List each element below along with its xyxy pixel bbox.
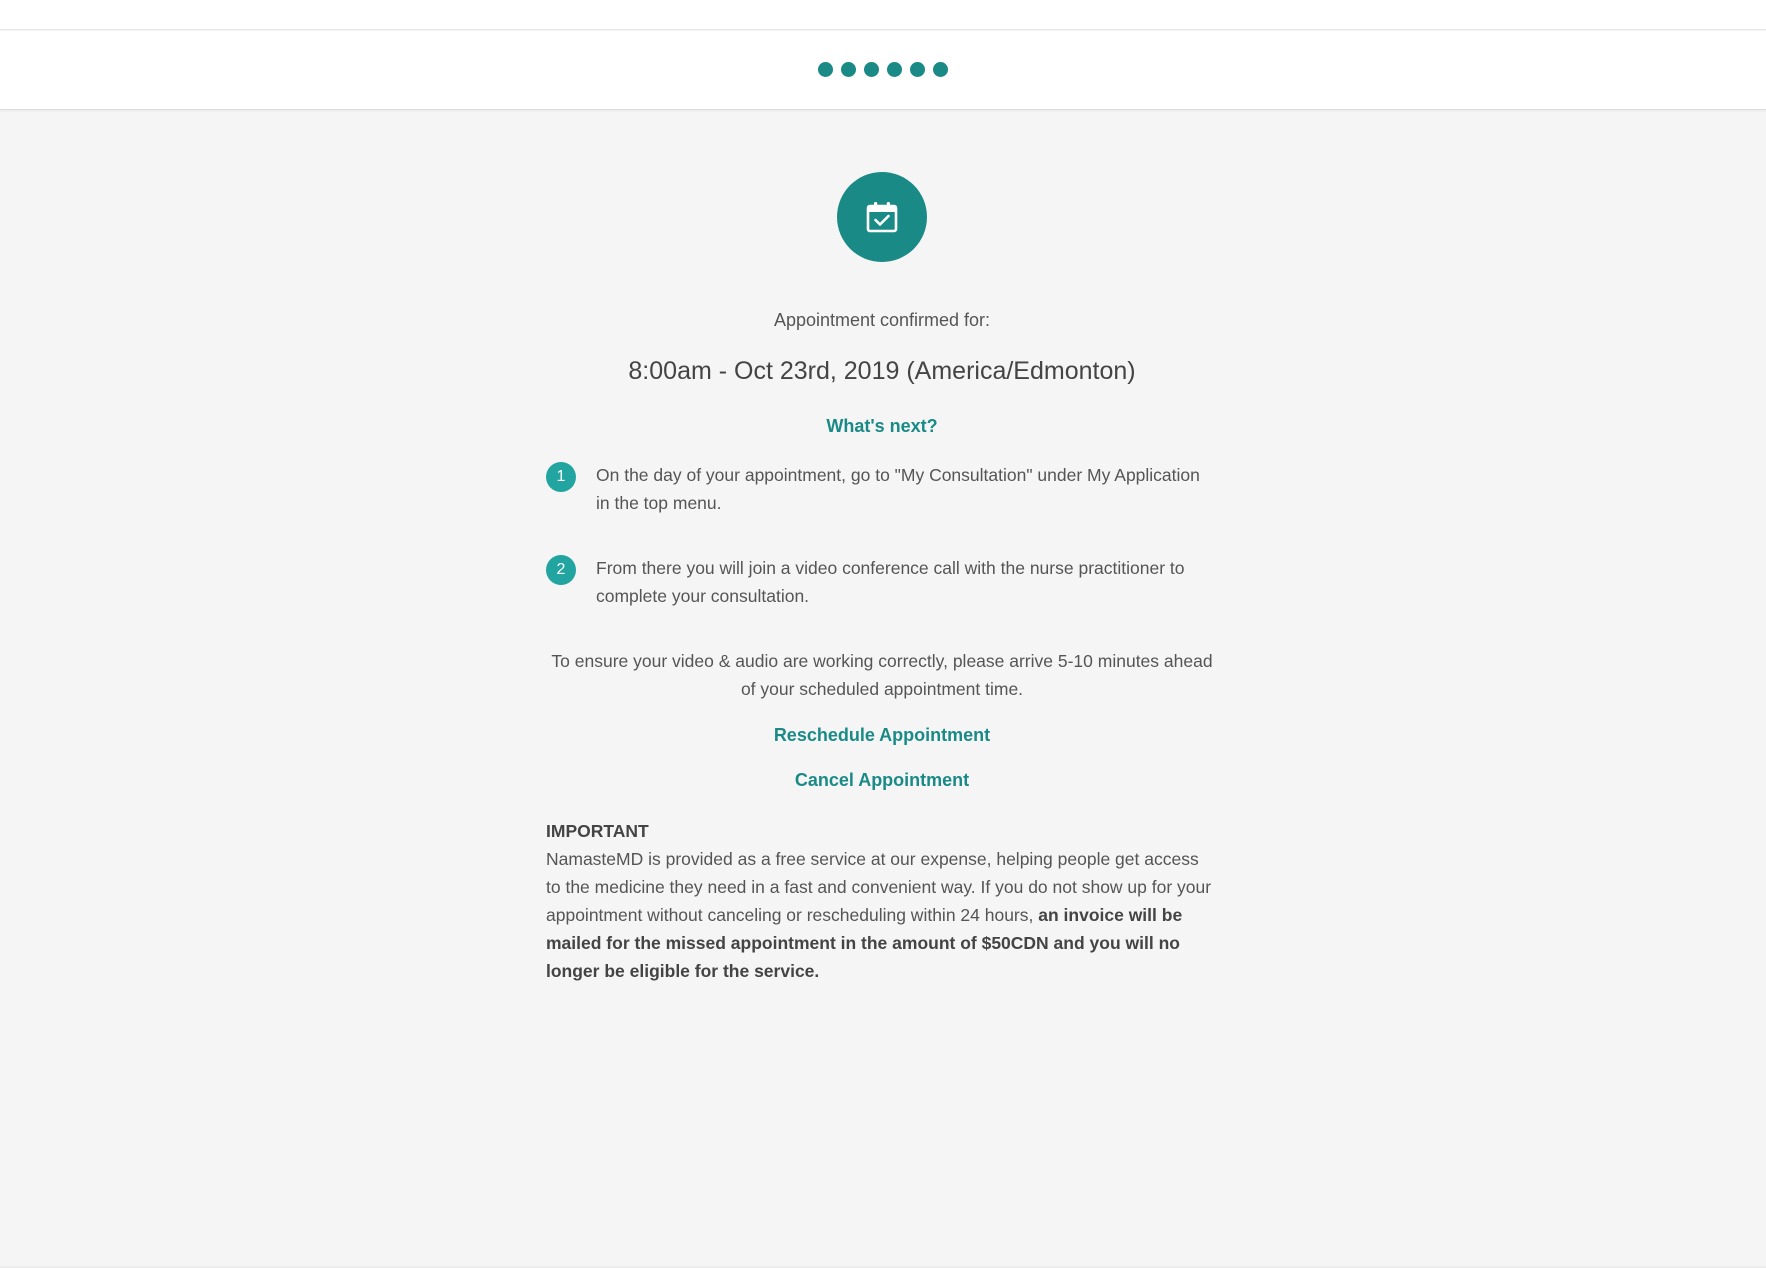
progress-header	[0, 31, 1766, 110]
reschedule-appointment-link[interactable]: Reschedule Appointment	[546, 725, 1218, 746]
calendar-check-svg	[866, 202, 898, 233]
step-text: From there you will join a video confere…	[596, 558, 1185, 606]
progress-dots	[0, 62, 1766, 77]
arrival-note: To ensure your video & audio are working…	[551, 651, 1213, 699]
top-strip	[0, 0, 1766, 30]
progress-dot	[864, 62, 879, 77]
confirmed-label: Appointment confirmed for:	[773, 310, 991, 330]
next-steps-list: 1 On the day of your appointment, go to …	[546, 461, 1218, 610]
progress-dot	[887, 62, 902, 77]
step-text: On the day of your appointment, go to "M…	[596, 465, 1200, 513]
step-number-badge: 1	[546, 462, 576, 492]
list-item: 1 On the day of your appointment, go to …	[546, 461, 1218, 517]
appointment-datetime: 8:00am - Oct 23rd, 2019 (America/Edmonto…	[628, 357, 1136, 385]
progress-dot	[910, 62, 925, 77]
progress-dot	[933, 62, 948, 77]
progress-dot	[818, 62, 833, 77]
list-item: 2 From there you will join a video confe…	[546, 554, 1218, 610]
step-number-badge: 2	[546, 555, 576, 585]
whats-next-heading: What's next?	[826, 416, 938, 436]
important-notice: IMPORTANT NamasteMD is provided as a fre…	[546, 817, 1218, 985]
progress-dot	[841, 62, 856, 77]
important-title: IMPORTANT	[546, 821, 649, 841]
confirmation-panel: Appointment confirmed for: 8:00am - Oct …	[546, 172, 1218, 985]
calendar-check-icon	[837, 172, 927, 262]
cancel-appointment-link[interactable]: Cancel Appointment	[546, 770, 1218, 791]
